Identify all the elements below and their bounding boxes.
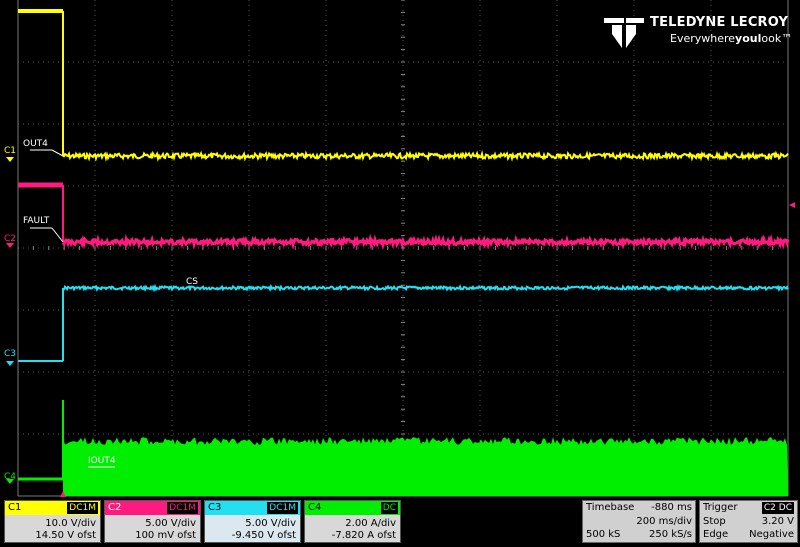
c3-ground-marker [6,361,14,366]
trace-label-fault: FAULT [23,216,50,226]
channel-4-header: C4 DC [305,501,400,515]
trigger-level: 3.20 V [761,516,794,527]
channel-4-coupling: DC [380,502,398,514]
lecroy-logo-icon [604,18,644,48]
label-leader-fault [51,227,64,243]
channel-1-panel[interactable]: C1 DC1M 10.0 V/div 14.50 V ofst [4,500,101,543]
trigger-slope: Negative [749,529,794,540]
trace-c4-fill [63,437,788,496]
trigger-source-chip: C2 DC [761,502,794,514]
timebase-delay: -880 ms [651,502,692,513]
channel-2-vdiv: 5.00 V/div [145,518,196,529]
c4-marker-label: C4 [4,472,17,482]
channel-1-coupling: DC1M [67,502,98,514]
trace-c2-low [61,233,790,251]
logo-brand: TELEDYNE LECROY [650,15,789,30]
channel-3-panel[interactable]: C3 DC1M 5.00 V/div -9.450 V ofst [204,500,301,543]
graticule-grid [17,0,789,497]
trigger-source: C2 [763,503,776,513]
channel-1-header: C1 DC1M [5,501,100,515]
timebase-samples: 500 kS [586,529,621,540]
logo-tagline: Everywhereyoulook™ [670,32,793,45]
timebase-label: Timebase [586,502,635,513]
channel-1-vdiv: 10.0 V/div [45,518,96,529]
trigger-mode: Stop [703,516,726,527]
channel-4-name: C4 [308,502,322,513]
waveform-display[interactable] [0,0,800,498]
channel-3-name: C3 [208,502,222,513]
channel-2-name: C2 [108,502,122,513]
oscilloscope-screen: TELEDYNE LECROY Everywhereyoulook™ C1 C2… [0,0,800,547]
trigger-coupling: DC [778,503,792,513]
c2-marker[interactable]: C2 [4,234,16,244]
trigger-panel[interactable]: Trigger C2 DC Stop 3.20 V Edge Negative [699,500,798,543]
trace-label-iout4: IOUT4 [88,456,116,466]
timebase-rate: 250 kS/s [649,529,692,540]
c4-marker[interactable]: C4 [4,472,16,482]
status-bar: C1 DC1M 10.0 V/div 14.50 V ofst C2 DC1M … [0,498,800,547]
channel-1-offset: 14.50 V ofst [35,530,96,541]
c2-marker-label: C2 [4,234,17,244]
timebase-tdiv: 200 ms/div [636,516,692,527]
channel-3-offset: -9.450 V ofst [231,530,296,541]
channel-2-offset: 100 mV ofst [135,530,196,541]
channel-3-header: C3 DC1M [205,501,300,515]
trace-label-out4: OUT4 [23,139,48,149]
channel-1-name: C1 [8,502,22,513]
channel-2-coupling: DC1M [167,502,198,514]
trace-label-cs: CS [186,277,198,287]
trigger-level-marker [789,202,795,208]
channel-4-vdiv: 2.00 A/div [345,518,396,529]
c1-marker-label: C1 [4,146,17,156]
c3-marker[interactable]: C3 [4,349,16,359]
trace-c3-high [62,283,789,293]
trigger-type: Edge [703,529,729,540]
c1-ground-marker [6,157,14,162]
channel-2-header: C2 DC1M [105,501,200,515]
channel-4-offset: -7.820 A ofst [331,530,396,541]
channel-2-panel[interactable]: C2 DC1M 5.00 V/div 100 mV ofst [104,500,201,543]
trigger-label: Trigger [703,502,738,513]
teledyne-lecroy-logo: TELEDYNE LECROY Everywhereyoulook™ [602,14,792,50]
c1-marker[interactable]: C1 [4,146,16,156]
trace-c1-low [62,149,789,163]
channel-4-panel[interactable]: C4 DC 2.00 A/div -7.820 A ofst [304,500,401,543]
timebase-panel[interactable]: Timebase -880 ms 200 ms/div 500 kS 250 k… [582,500,696,543]
label-leader-out4 [51,149,64,157]
c3-marker-label: C3 [4,349,17,359]
channel-3-coupling: DC1M [267,502,298,514]
channel-3-vdiv: 5.00 V/div [245,518,296,529]
